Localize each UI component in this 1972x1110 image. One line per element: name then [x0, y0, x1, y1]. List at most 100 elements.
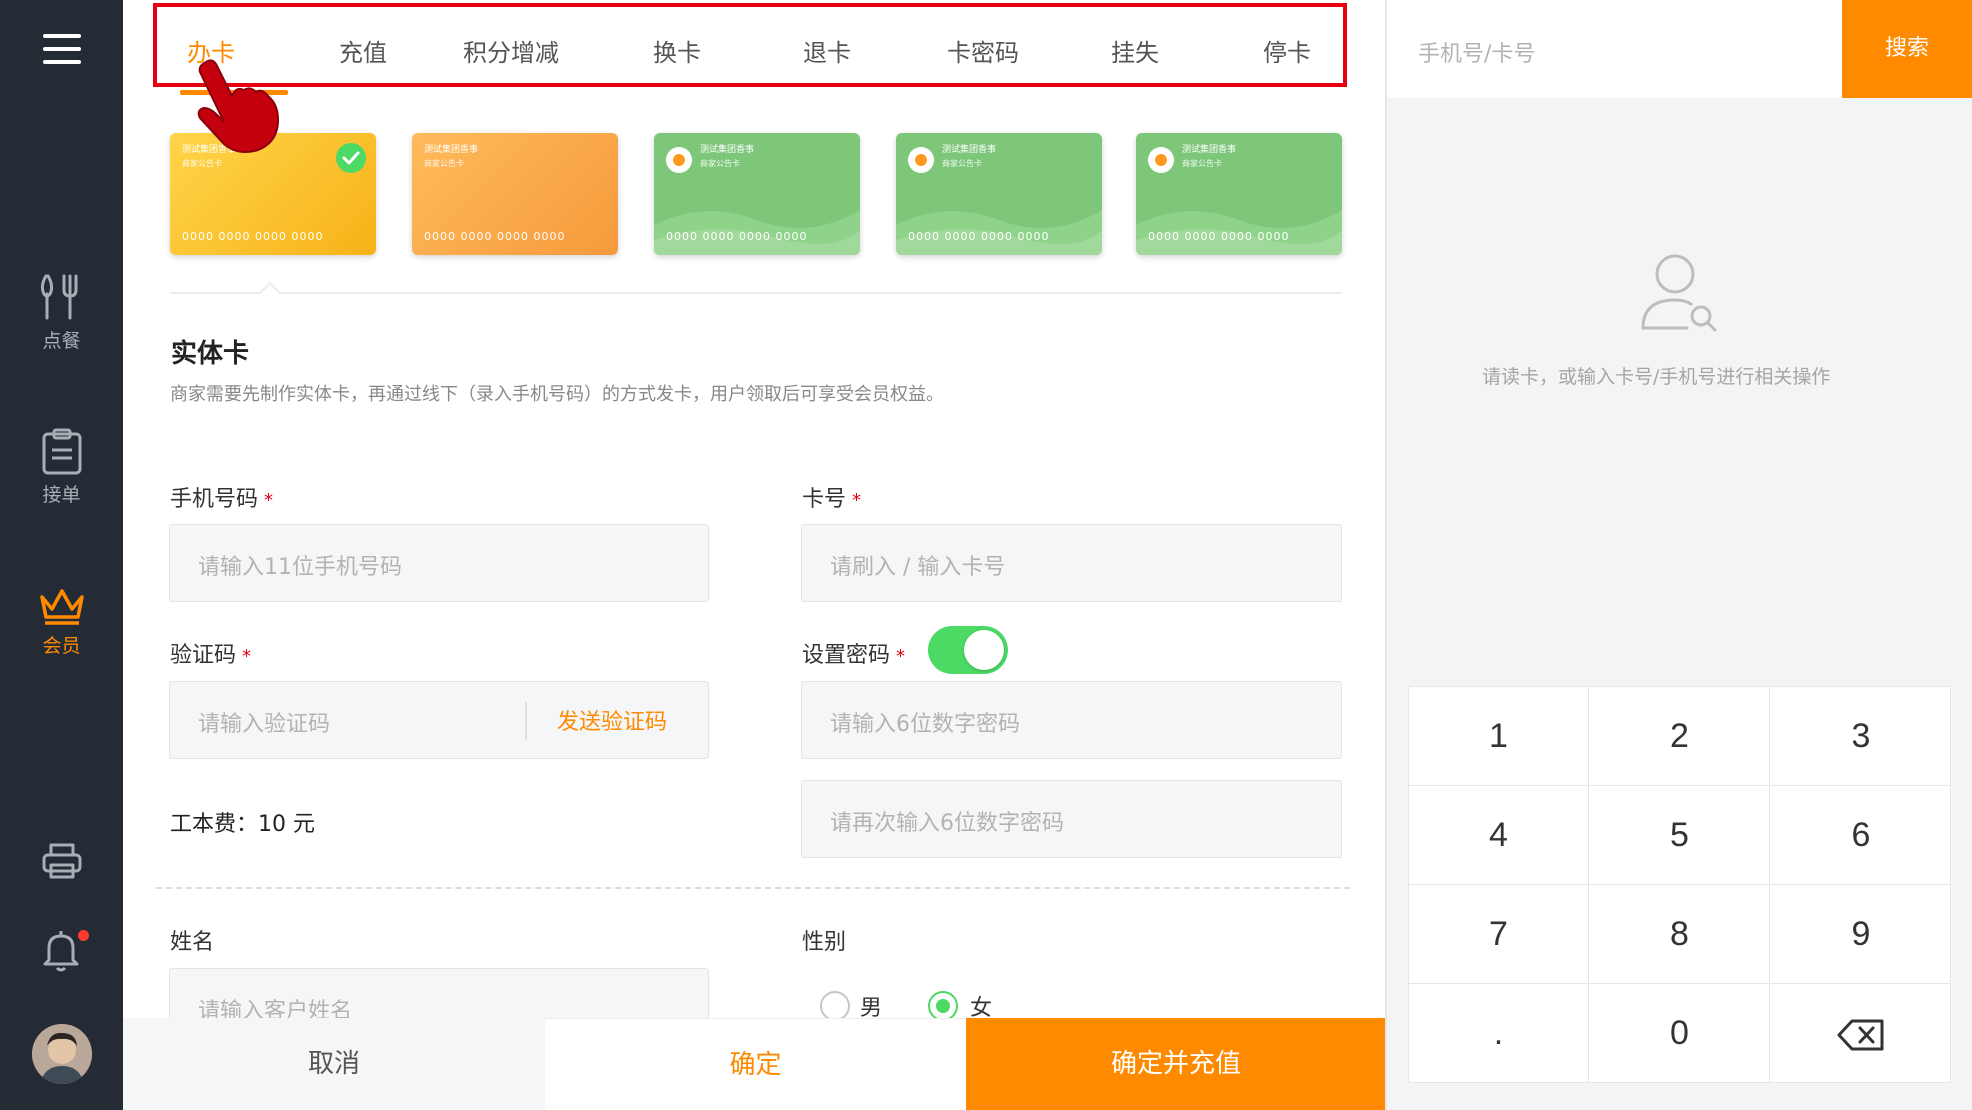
section-description: 商家需要先制作实体卡，再通过线下（录入手机号码）的方式发卡，用户领取后可享受会员…: [170, 384, 944, 405]
card-brand: 测试集团香事: [942, 145, 997, 155]
user-photo-icon: [32, 1024, 92, 1084]
password-input[interactable]: 请输入6位数字密码: [801, 681, 1342, 759]
cancel-button[interactable]: 取消: [123, 1018, 545, 1110]
key-7[interactable]: 7: [1409, 885, 1589, 984]
tab-return-card[interactable]: 退卡: [803, 33, 851, 68]
card-subtitle: 商家公告卡: [700, 159, 740, 168]
gender-male-radio[interactable]: [820, 991, 850, 1021]
section-title: 实体卡: [171, 339, 250, 369]
card-number: 0000 0000 0000 0000: [1148, 230, 1290, 243]
confirm-and-recharge-button[interactable]: 确定并充值: [966, 1018, 1386, 1110]
tab-report-loss[interactable]: 挂失: [1111, 33, 1159, 68]
key-4[interactable]: 4: [1409, 786, 1589, 885]
search-placeholder: 手机号/卡号: [1418, 42, 1536, 67]
tab-suspend-card[interactable]: 停卡: [1263, 33, 1311, 68]
verification-code-placeholder: 请输入验证码: [198, 712, 331, 737]
sidebar-item-label: 接单: [42, 484, 81, 506]
name-input[interactable]: 请输入客户姓名: [169, 968, 709, 1024]
printer-icon[interactable]: [41, 841, 83, 881]
card-template-orange[interactable]: 测试集团香事 商家公告卡 0000 0000 0000 0000: [412, 133, 618, 255]
key-6[interactable]: 6: [1771, 786, 1951, 885]
tab-bar: 办卡 充值 积分增减 换卡 退卡 卡密码 挂失 停卡: [153, 3, 1347, 87]
card-subtitle: 商家公告卡: [1182, 159, 1222, 168]
notification-badge: [78, 930, 89, 941]
card-fee-text: 工本费：10 元: [170, 812, 315, 837]
tab-recharge[interactable]: 充值: [339, 33, 387, 68]
sidebar-item-order[interactable]: 点餐: [0, 272, 123, 353]
key-9[interactable]: 9: [1771, 885, 1951, 984]
sidebar-item-orders[interactable]: 接单: [0, 428, 123, 507]
key-1[interactable]: 1: [1409, 687, 1589, 786]
gender-female-radio[interactable]: [928, 991, 958, 1021]
card-number: 0000 0000 0000 0000: [424, 230, 566, 243]
key-decimal[interactable]: .: [1409, 984, 1589, 1083]
key-8[interactable]: 8: [1590, 885, 1770, 984]
card-brand: 测试集团香事: [424, 145, 479, 155]
avatar[interactable]: [32, 1024, 92, 1084]
clipboard-icon: [42, 428, 81, 475]
card-logo-icon: [1148, 147, 1174, 173]
sidebar-item-label: 点餐: [42, 330, 81, 352]
pointing-hand-icon: [197, 59, 280, 153]
input-divider: [525, 702, 527, 740]
card-template-green-1[interactable]: 测试集团香事 商家公告卡 0000 0000 0000 0000: [654, 133, 860, 255]
tab-card-password[interactable]: 卡密码: [947, 33, 1019, 68]
card-wave-decoration: [896, 210, 1102, 255]
card-template-green-3[interactable]: 测试集团香事 商家公告卡 0000 0000 0000 0000: [1136, 133, 1342, 255]
card-subtitle: 商家公告卡: [424, 159, 464, 168]
section-divider: [170, 292, 1342, 294]
verification-code-label: 验证码 *: [170, 643, 252, 668]
password-placeholder: 请输入6位数字密码: [830, 712, 1020, 737]
hamburger-menu-icon[interactable]: [43, 34, 81, 66]
card-number-label: 卡号 *: [802, 487, 862, 512]
send-code-button[interactable]: 发送验证码: [557, 704, 667, 736]
card-brand: 测试集团香事: [700, 145, 755, 155]
phone-label: 手机号码 *: [170, 487, 274, 512]
verification-code-input[interactable]: 请输入验证码 发送验证码: [169, 681, 709, 759]
sidebar-item-label: 会员: [42, 635, 81, 657]
card-logo-icon: [908, 147, 934, 173]
key-0[interactable]: 0: [1590, 984, 1770, 1083]
phone-placeholder: 请输入11位手机号码: [198, 555, 402, 580]
dashed-divider: [156, 887, 1350, 889]
key-2[interactable]: 2: [1590, 687, 1770, 786]
key-5[interactable]: 5: [1590, 786, 1770, 885]
card-number: 0000 0000 0000 0000: [666, 230, 808, 243]
required-mark: *: [264, 490, 274, 511]
selected-check-icon: [336, 143, 366, 173]
sidebar-item-member[interactable]: 会员: [0, 585, 123, 658]
card-subtitle: 商家公告卡: [182, 159, 222, 168]
set-password-label: 设置密码 *: [802, 643, 906, 668]
required-mark: *: [896, 646, 906, 667]
search-button[interactable]: 搜索: [1842, 0, 1972, 98]
card-template-green-2[interactable]: 测试集团香事 商家公告卡 0000 0000 0000 0000: [896, 133, 1102, 255]
action-bar: 取消 确定 确定并充值: [123, 1018, 1386, 1110]
name-label: 姓名: [170, 930, 215, 955]
member-search-input[interactable]: 手机号/卡号: [1387, 0, 1842, 98]
key-3[interactable]: 3: [1771, 687, 1951, 786]
required-mark: *: [852, 490, 862, 511]
password-confirm-input[interactable]: 请再次输入6位数字密码: [801, 780, 1342, 858]
card-number: 0000 0000 0000 0000: [182, 230, 324, 243]
card-number: 0000 0000 0000 0000: [908, 230, 1050, 243]
card-logo-icon: [666, 147, 692, 173]
phone-input[interactable]: 请输入11位手机号码: [169, 524, 709, 602]
confirm-button[interactable]: 确定: [545, 1018, 966, 1110]
empty-state-hint: 请读卡，或输入卡号/手机号进行相关操作: [1482, 366, 1831, 388]
card-wave-decoration: [1136, 210, 1342, 255]
numeric-keypad: 1 2 3 4 5 6 7 8 9 . 0: [1408, 686, 1951, 1083]
tab-points-adjust[interactable]: 积分增减: [463, 33, 559, 68]
backspace-icon: [1837, 1019, 1884, 1051]
card-number-input[interactable]: 请刷入 / 输入卡号: [801, 524, 1342, 602]
bell-icon[interactable]: [41, 928, 81, 972]
crown-icon: [39, 589, 84, 625]
member-lookup-panel: 手机号/卡号 搜索 请读卡，或输入卡号/手机号进行相关操作 1 2 3 4 5 …: [1387, 0, 1972, 1110]
password-confirm-placeholder: 请再次输入6位数字密码: [830, 811, 1064, 836]
card-number-placeholder: 请刷入 / 输入卡号: [830, 555, 1006, 580]
set-password-toggle[interactable]: [928, 626, 1008, 674]
key-backspace[interactable]: [1771, 984, 1951, 1083]
card-wave-decoration: [654, 210, 860, 255]
utensils-icon: [40, 274, 77, 320]
tab-replace-card[interactable]: 换卡: [653, 33, 701, 68]
required-mark: *: [242, 646, 252, 667]
